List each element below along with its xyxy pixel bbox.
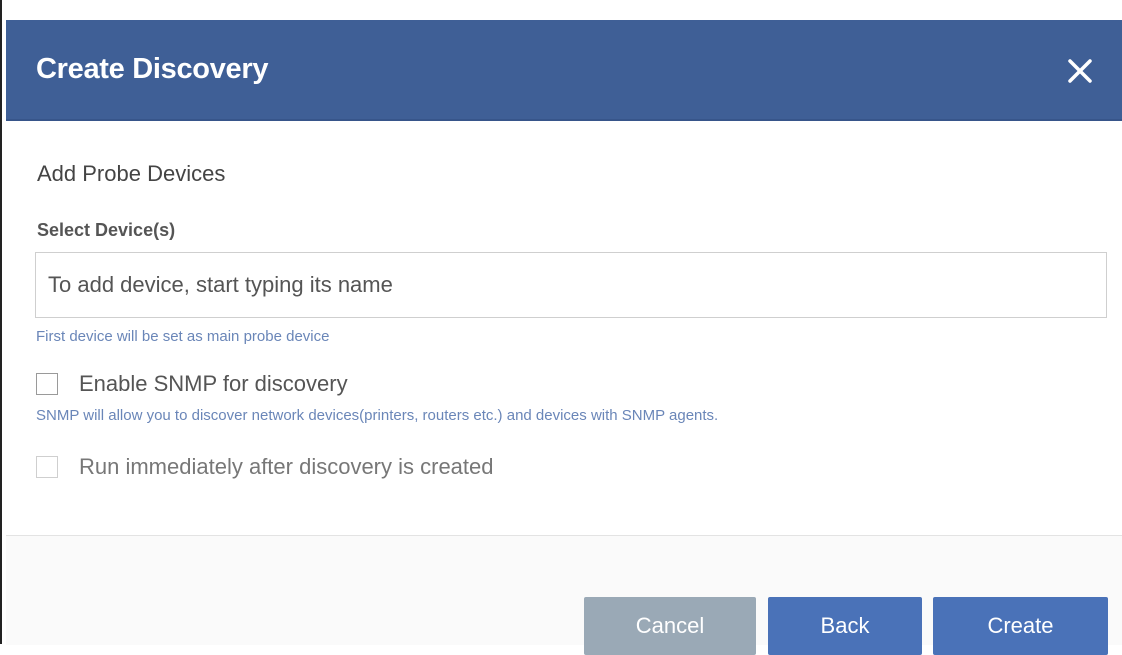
snmp-checkbox-row[interactable]: Enable SNMP for discovery xyxy=(36,371,348,397)
back-button[interactable]: Back xyxy=(768,597,922,655)
create-discovery-dialog: Create Discovery Add Probe Devices Selec… xyxy=(0,0,1122,655)
run-immediately-row[interactable]: Run immediately after discovery is creat… xyxy=(36,454,494,480)
snmp-checkbox[interactable] xyxy=(36,373,58,395)
dialog-body: Add Probe Devices Select Device(s) First… xyxy=(6,121,1122,535)
run-immediately-label: Run immediately after discovery is creat… xyxy=(79,454,494,479)
dialog-header: Create Discovery xyxy=(6,20,1122,121)
dialog-footer: Cancel Back Create xyxy=(6,535,1122,655)
dialog-title: Create Discovery xyxy=(36,53,269,85)
snmp-checkbox-label: Enable SNMP for discovery xyxy=(79,371,348,396)
close-icon xyxy=(1068,59,1092,83)
cancel-button[interactable]: Cancel xyxy=(584,597,756,655)
select-devices-label: Select Device(s) xyxy=(37,220,176,240)
create-button[interactable]: Create xyxy=(933,597,1108,655)
run-immediately-checkbox[interactable] xyxy=(36,456,58,478)
window-edge xyxy=(0,0,2,644)
section-title: Add Probe Devices xyxy=(37,161,226,186)
snmp-description: SNMP will allow you to discover network … xyxy=(36,407,719,424)
device-hint: First device will be set as main probe d… xyxy=(36,328,330,345)
device-search-input[interactable] xyxy=(35,252,1107,318)
close-button[interactable] xyxy=(1062,53,1098,89)
